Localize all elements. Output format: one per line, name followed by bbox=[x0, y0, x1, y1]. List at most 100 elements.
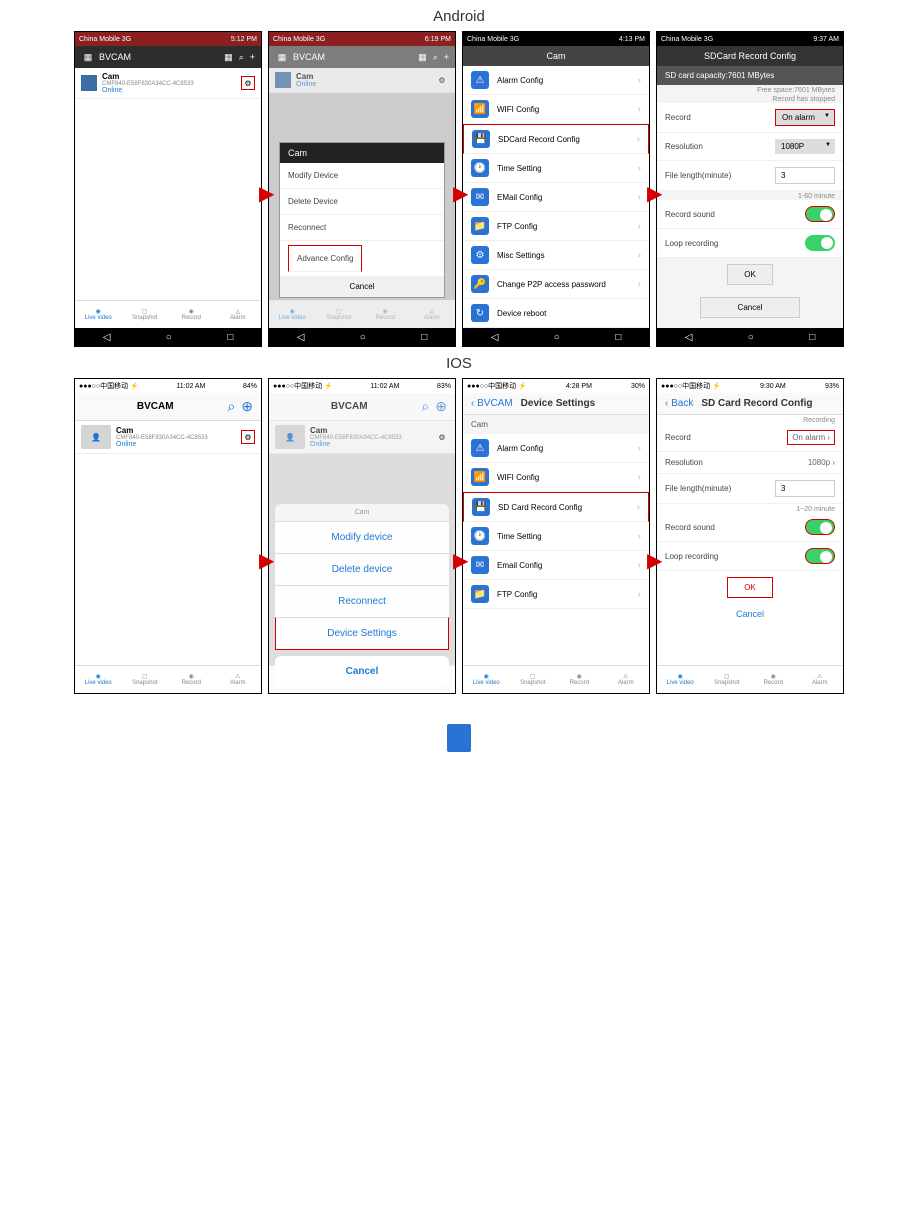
back-button[interactable]: ‹ Back bbox=[665, 398, 693, 409]
modify-device[interactable]: Modify Device bbox=[280, 163, 444, 189]
wifi-config[interactable]: 📶WIFI Config› bbox=[463, 463, 649, 492]
file-length-range: 1~20 minute bbox=[657, 504, 843, 513]
wifi-config[interactable]: 📶WIFI Config› bbox=[463, 95, 649, 124]
tab-alarm[interactable]: ◬Alarm bbox=[215, 301, 262, 328]
file-length-input[interactable]: 3 bbox=[775, 167, 835, 184]
app-title: BVCAM bbox=[99, 52, 224, 62]
app-logo: ▦ bbox=[81, 50, 95, 64]
alarm-config[interactable]: ⚠Alarm Config› bbox=[463, 66, 649, 95]
gear-icon[interactable]: ⚙ bbox=[241, 430, 255, 444]
camera-thumb[interactable]: 👤 bbox=[81, 425, 111, 449]
file-length-input[interactable]: 3 bbox=[775, 480, 835, 497]
record-sound-switch[interactable] bbox=[805, 206, 835, 222]
record-mode-dropdown[interactable]: On alarm bbox=[775, 109, 835, 126]
ios-heading: IOS bbox=[0, 355, 918, 372]
delete-device[interactable]: Delete Device bbox=[280, 189, 444, 215]
alarm-config[interactable]: ⚠Alarm Config› bbox=[463, 434, 649, 463]
sdcard-config-title: SDCard Record Config bbox=[657, 46, 843, 66]
resolution-value[interactable]: 1080p › bbox=[808, 458, 835, 467]
file-length-label: File length(minute) bbox=[665, 484, 731, 493]
time-setting[interactable]: 🕐Time Setting› bbox=[463, 522, 649, 551]
back-button[interactable]: ‹ BVCAM bbox=[471, 398, 513, 409]
reconnect[interactable]: Reconnect bbox=[280, 215, 444, 241]
loop-recording-label: Loop recording bbox=[665, 552, 718, 561]
record-sound-label: Record sound bbox=[665, 523, 715, 532]
gear-icon[interactable]: ⚙ bbox=[241, 76, 255, 90]
carrier: China Mobile 3G bbox=[79, 36, 131, 43]
tab-snapshot[interactable]: ▢Snapshot bbox=[122, 301, 169, 328]
ios-screen-3: ●●●○○中国移动 ⚡4:28 PM30% ‹ BVCAM Device Set… bbox=[462, 378, 650, 694]
email-config[interactable]: ✉EMail Config› bbox=[463, 183, 649, 212]
record-sound-switch[interactable] bbox=[805, 519, 835, 535]
tab-record[interactable]: ◉Record bbox=[168, 666, 215, 693]
loop-recording-switch[interactable] bbox=[805, 235, 835, 251]
recording-status: Recording bbox=[657, 415, 843, 424]
add-icon[interactable]: + bbox=[250, 52, 255, 63]
tab-alarm[interactable]: ⚠Alarm bbox=[215, 666, 262, 693]
android-heading: Android bbox=[0, 8, 918, 25]
device-settings[interactable]: Device Settings bbox=[275, 617, 449, 650]
record-mode[interactable]: On alarm › bbox=[787, 430, 835, 445]
arrow-icon: ▶ bbox=[453, 181, 468, 206]
ftp-config[interactable]: 📁FTP Config› bbox=[463, 212, 649, 241]
resolution-label: Resolution bbox=[665, 142, 703, 151]
delete-device[interactable]: Delete device bbox=[275, 553, 449, 585]
arrow-icon: ▶ bbox=[259, 548, 274, 573]
tab-record[interactable]: ◉Record bbox=[168, 301, 215, 328]
search-icon[interactable]: ⌕ bbox=[227, 398, 235, 415]
dialog-title: Cam bbox=[280, 143, 444, 163]
tab-live[interactable]: ◉Live video bbox=[75, 666, 122, 693]
time-setting[interactable]: 🕐Time Setting› bbox=[463, 154, 649, 183]
arrow-icon: ▶ bbox=[453, 548, 468, 573]
clock: 5:12 PM bbox=[231, 36, 257, 43]
file-length-range: 1-60 minute bbox=[657, 191, 843, 200]
ios-screen-4: ●●●○○中国移动 ⚡9:30 AM93% ‹ Back SD Card Rec… bbox=[656, 378, 844, 694]
page-title: SD Card Record Config bbox=[701, 398, 812, 409]
sheet-title: Cam bbox=[275, 504, 449, 521]
camera-thumb[interactable] bbox=[81, 75, 97, 91]
search-icon[interactable]: ⌕ bbox=[239, 52, 244, 63]
record-stopped: Record has stopped bbox=[657, 94, 843, 103]
email-config[interactable]: ✉Email Config› bbox=[463, 551, 649, 580]
misc-settings[interactable]: ⚙Misc Settings› bbox=[463, 241, 649, 270]
modify-device[interactable]: Modify device bbox=[275, 521, 449, 553]
cancel-button[interactable]: Cancel bbox=[700, 297, 800, 318]
loop-recording-switch[interactable] bbox=[805, 548, 835, 564]
tab-live[interactable]: ◉Live video bbox=[75, 301, 122, 328]
change-p2p-password[interactable]: 🔑Change P2P access password› bbox=[463, 270, 649, 299]
sdcard-icon bbox=[447, 724, 471, 752]
android-screen-2: China Mobile 3G6:19 PM ▦ BVCAM ▦⌕+ Cam O… bbox=[268, 31, 456, 347]
cancel-button[interactable]: Cancel bbox=[657, 604, 843, 624]
dialog-cancel[interactable]: Cancel bbox=[280, 276, 444, 297]
settings-header: Cam bbox=[463, 46, 649, 66]
add-icon[interactable]: ⊕ bbox=[241, 398, 253, 415]
ok-button[interactable]: OK bbox=[727, 577, 773, 598]
sheet-cancel[interactable]: Cancel bbox=[275, 656, 449, 687]
ok-button[interactable]: OK bbox=[727, 264, 773, 285]
device-reboot[interactable]: ↻Device reboot bbox=[463, 299, 649, 328]
nav-back[interactable]: ◁ bbox=[103, 332, 111, 343]
sdcard-record-config[interactable]: 💾SDCard Record Config› bbox=[463, 124, 649, 154]
action-sheet: Cam Modify device Delete device Reconnec… bbox=[275, 504, 449, 687]
ftp-config[interactable]: 📁FTP Config› bbox=[463, 580, 649, 609]
sd-capacity: SD card capacity:7601 MBytes bbox=[657, 66, 843, 85]
section-header: Cam bbox=[463, 415, 649, 434]
file-length-label: File length(minute) bbox=[665, 171, 731, 180]
grid-icon[interactable]: ▦ bbox=[224, 52, 233, 63]
nav-recent[interactable]: □ bbox=[227, 332, 233, 343]
camera-name: Cam bbox=[102, 72, 241, 81]
arrow-icon: ▶ bbox=[647, 548, 662, 573]
advance-config[interactable]: Advance Config bbox=[288, 245, 362, 272]
tab-snapshot[interactable]: ▢Snapshot bbox=[122, 666, 169, 693]
record-label: Record bbox=[665, 433, 691, 442]
android-screen-1: China Mobile 3G 5:12 PM ▦ BVCAM ▦ ⌕ + Cam… bbox=[74, 31, 262, 347]
loop-recording-label: Loop recording bbox=[665, 239, 718, 248]
sdcard-record-config[interactable]: 💾SD Card Record Config› bbox=[463, 492, 649, 522]
nav-home[interactable]: ○ bbox=[166, 332, 172, 343]
ios-screen-1: ●●●○○中国移动 ⚡11:02 AM84% BVCAM ⌕⊕ 👤 Cam CM… bbox=[74, 378, 262, 694]
record-label: Record bbox=[665, 113, 691, 122]
android-screen-4: China Mobile 3G9:37 AM SDCard Record Con… bbox=[656, 31, 844, 347]
reconnect[interactable]: Reconnect bbox=[275, 585, 449, 617]
record-sound-label: Record sound bbox=[665, 210, 715, 219]
resolution-dropdown[interactable]: 1080P bbox=[775, 139, 835, 154]
